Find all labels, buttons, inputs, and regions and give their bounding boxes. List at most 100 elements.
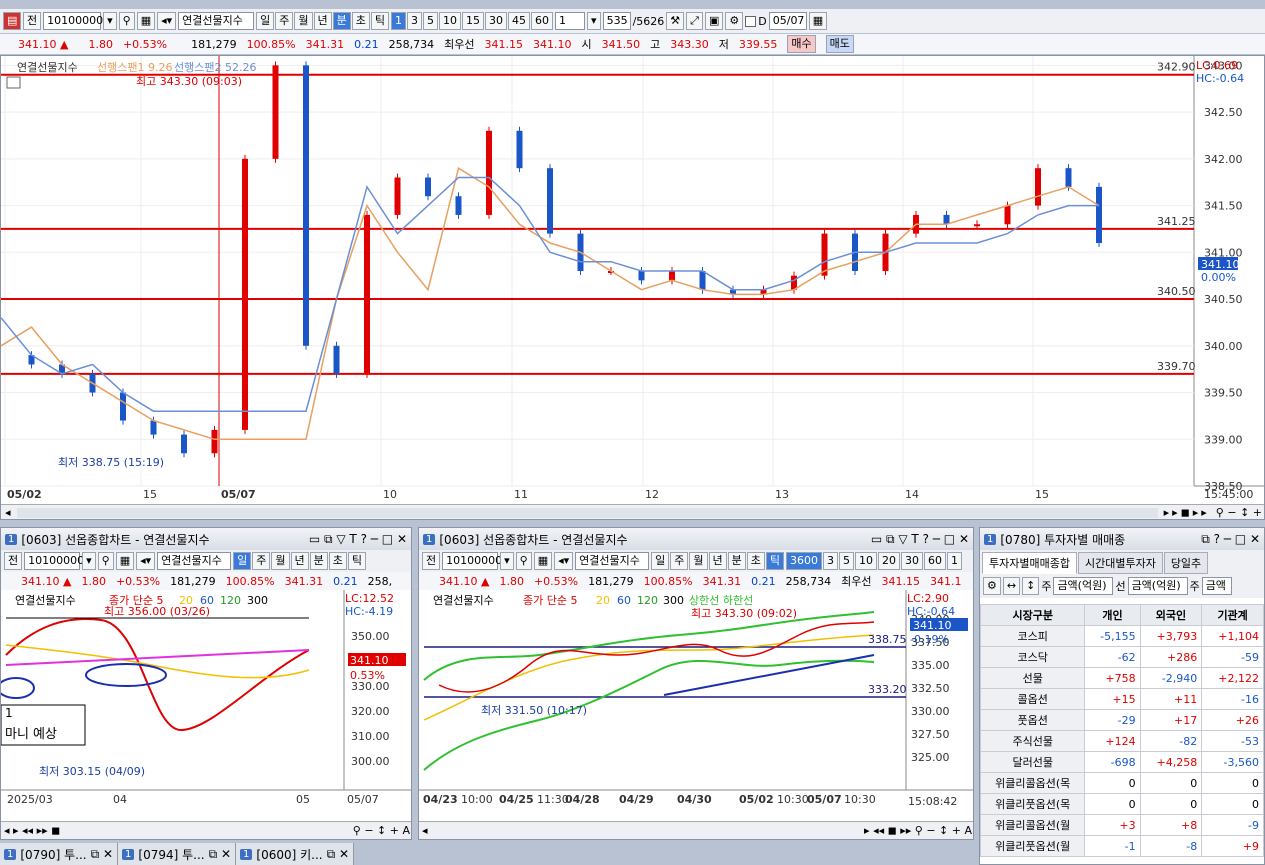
interval-tab[interactable]: 60 <box>531 12 554 30</box>
mid-interval-tab[interactable]: 5 <box>839 552 855 570</box>
left-code-input[interactable]: 10100000 <box>24 552 84 570</box>
left-period-tab[interactable]: 분 <box>309 552 328 570</box>
table-row[interactable]: 콜옵션 +15 +11 -16 <box>980 688 1264 710</box>
mid-name-field[interactable]: 연결선물지수 <box>575 552 650 570</box>
main-chart[interactable]: 342.90341.25340.50339.70 343.00342.50342… <box>1 56 1265 520</box>
mid-period-tab[interactable]: 월 <box>689 552 708 570</box>
mid-period-tab[interactable]: 주 <box>670 552 689 570</box>
code-dropdown-icon[interactable]: ▾ <box>103 12 117 30</box>
mid-code-input[interactable]: 10100000 <box>442 552 502 570</box>
taskbar-controls-icon[interactable]: ⧉ ✕ <box>327 847 349 862</box>
right-tab[interactable]: 당일추 <box>1163 552 1209 574</box>
mid-nav-icon[interactable]: ◂ <box>422 824 428 837</box>
scroll-left-icon[interactable]: ◂ <box>5 506 11 519</box>
left-search-icon[interactable]: ⚲ <box>97 552 114 570</box>
table-row[interactable]: 풋옵션 -29 +17 +26 <box>980 709 1264 731</box>
period-tab[interactable]: 분 <box>332 12 351 30</box>
sell-button[interactable]: 매도 <box>825 35 854 53</box>
scroll-track[interactable] <box>16 507 1158 518</box>
mid-interval-tab[interactable]: 60 <box>924 552 947 570</box>
mid-interval-tab[interactable]: 10 <box>855 552 878 570</box>
period-tab[interactable]: 주 <box>275 12 294 30</box>
mid-period-tab[interactable]: 일 <box>651 552 670 570</box>
interval-tab[interactable]: 3 <box>407 12 423 30</box>
period-tab[interactable]: 년 <box>313 12 332 30</box>
taskbar-controls-icon[interactable]: ⧉ ✕ <box>91 847 113 862</box>
date-input[interactable]: 05/07 <box>768 12 807 30</box>
table-row[interactable]: 달러선물 -698 +4,258 -3,560 <box>980 751 1264 773</box>
left-speaker-icon[interactable]: ◂▾ <box>136 552 156 570</box>
left-scrollbar[interactable]: ◂ ▸ ◂◂ ▸▸ ◼ ⚲ − ↕ + A <box>1 821 411 839</box>
right-gear-icon[interactable]: ⚙ <box>983 577 1001 595</box>
table-row[interactable]: 주식선물 +124 -82 -53 <box>980 730 1264 752</box>
right-hmove-icon[interactable]: ↔ <box>1002 577 1021 595</box>
table-row[interactable]: 위클리풋옵션(목 0 0 0 <box>980 793 1264 815</box>
right-select-1[interactable]: 금액(억원) <box>1053 577 1114 595</box>
app-icon[interactable]: ▤ <box>3 12 21 30</box>
name-field[interactable]: 연결선물지수 <box>178 12 255 30</box>
save-icon[interactable]: ▣ <box>704 12 724 30</box>
left-nav-icon[interactable]: ◂ ▸ ◂◂ ▸▸ ◼ <box>4 824 60 837</box>
right-tab[interactable]: 투자자별매매종합 <box>982 552 1077 574</box>
mid-window-controls-icon[interactable]: ▭ ⧉ ▽ T ? ─ □ ✕ <box>871 532 969 547</box>
period-tab[interactable]: 초 <box>351 12 370 30</box>
interval-tab[interactable]: 45 <box>508 12 531 30</box>
date-checkbox[interactable] <box>745 15 757 27</box>
mid-interval-tab[interactable]: 20 <box>878 552 901 570</box>
mid-period-tab[interactable]: 초 <box>746 552 765 570</box>
left-period-tab[interactable]: 초 <box>328 552 347 570</box>
period-tab[interactable]: 월 <box>294 12 313 30</box>
mid-period-tab[interactable]: 틱 <box>765 552 785 570</box>
tool-icon[interactable]: ⚒ <box>666 12 685 30</box>
window-controls-icon[interactable]: ▭ ⧉ ▽ T ? ─ □ ✕ <box>309 532 407 547</box>
interval-tab[interactable]: 1 <box>391 12 407 30</box>
table-row[interactable]: 선물 +758 -2,940 +2,122 <box>980 667 1264 689</box>
left-period-tab[interactable]: 월 <box>271 552 290 570</box>
right-window-controls-icon[interactable]: ⧉ ? ─ □ ✕ <box>1201 532 1260 547</box>
table-row[interactable]: 위클리풋옵션(월 -1 -8 +9 <box>980 835 1264 857</box>
mid-tools-icon[interactable]: ▸ ◂◂ ◼ ▸▸ ⚲ − ↕ + A <box>864 824 972 837</box>
mid-type-button[interactable]: 전 <box>422 552 441 570</box>
code-input[interactable]: 10100000 <box>43 12 103 30</box>
left-chart[interactable]: 350.00340.00330.00320.00310.00300.00 202… <box>1 590 412 820</box>
mid-chart[interactable]: 340.00337.50335.00332.50330.00327.50325.… <box>419 590 974 820</box>
taskbar-item[interactable]: 1 [0790] 투... ⧉ ✕ <box>0 843 119 865</box>
taskbar-controls-icon[interactable]: ⧉ ✕ <box>209 847 231 862</box>
left-type-button[interactable]: 전 <box>4 552 23 570</box>
table-row[interactable]: 위클리콜옵션(목 0 0 0 <box>980 772 1264 794</box>
table-row[interactable]: 위클리콜옵션(월 +3 +8 -9 <box>980 814 1264 836</box>
zoom-icon[interactable]: ⚲ − ↕ + <box>1216 506 1262 519</box>
left-name-field[interactable]: 연결선물지수 <box>157 552 232 570</box>
left-tools-icon[interactable]: ⚲ − ↕ + A <box>353 824 410 837</box>
period-tab[interactable]: 틱 <box>370 12 390 30</box>
speaker-icon[interactable]: ◂▾ <box>157 12 177 30</box>
interval-tab[interactable]: 5 <box>423 12 439 30</box>
calendar-icon[interactable]: ▦ <box>808 12 828 30</box>
chart-type-icon[interactable]: ▦ <box>136 12 156 30</box>
left-period-tab[interactable]: 틱 <box>347 552 367 570</box>
mid-search-icon[interactable]: ⚲ <box>515 552 532 570</box>
interval-tab[interactable]: 30 <box>485 12 508 30</box>
mid-speaker-icon[interactable]: ◂▾ <box>554 552 574 570</box>
taskbar-item[interactable]: 1 [0600] 키... ⧉ ✕ <box>236 843 355 865</box>
mid-period-tab[interactable]: 분 <box>727 552 746 570</box>
mid-chart-type-icon[interactable]: ▦ <box>533 552 553 570</box>
main-scrollbar[interactable]: ◂ ▸▸◼▸▸ ⚲ − ↕ + <box>1 504 1264 519</box>
draw-icon[interactable]: ⤢ <box>686 12 703 30</box>
mid-interval-tab[interactable]: 1 <box>947 552 963 570</box>
nav-controls-icon[interactable]: ▸▸◼▸▸ <box>1164 506 1210 519</box>
type-button[interactable]: 전 <box>23 12 42 30</box>
left-period-tab[interactable]: 일 <box>233 552 252 570</box>
left-chart-type-icon[interactable]: ▦ <box>115 552 135 570</box>
chart-menu-icon[interactable] <box>6 76 21 89</box>
interval-tab[interactable]: 10 <box>439 12 462 30</box>
mid-interval-tab[interactable]: 30 <box>901 552 924 570</box>
table-row[interactable]: 코스닥 -62 +286 -59 <box>980 646 1264 668</box>
right-select-3[interactable]: 금액 <box>1201 577 1232 595</box>
right-select-2[interactable]: 금액(억원) <box>1127 577 1188 595</box>
right-vmove-icon[interactable]: ↕ <box>1022 577 1040 595</box>
mid-period-tab[interactable]: 년 <box>708 552 727 570</box>
left-period-tab[interactable]: 주 <box>252 552 271 570</box>
buy-button[interactable]: 매수 <box>787 35 816 53</box>
settings-gear-icon[interactable]: ⚙ <box>725 12 744 30</box>
